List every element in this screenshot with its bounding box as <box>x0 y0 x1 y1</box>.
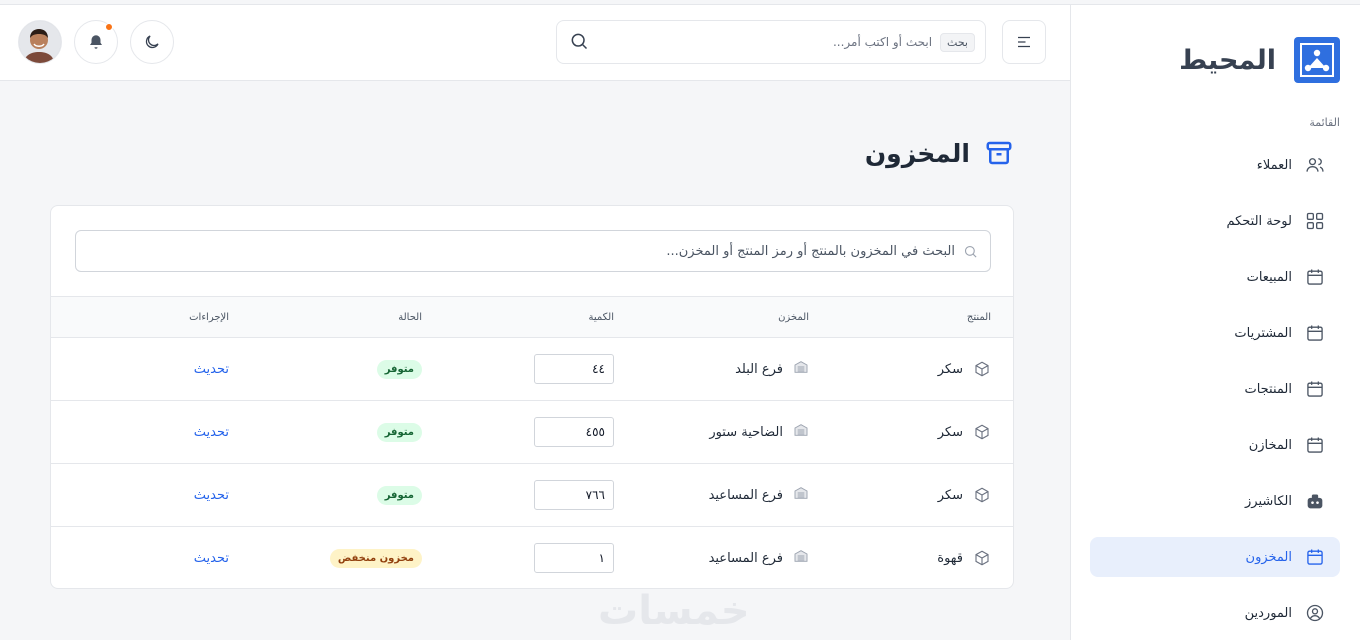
avatar[interactable] <box>18 20 62 64</box>
status-badge: متوفر <box>376 422 422 442</box>
store-name: الضاحية ستور <box>709 424 783 440</box>
product-name: سكر <box>937 424 963 440</box>
inventory-search-placeholder: البحث في المخزون بالمنتج أو رمز المنتج أ… <box>666 243 955 259</box>
inventory-search-input[interactable]: البحث في المخزون بالمنتج أو رمز المنتج أ… <box>75 230 991 272</box>
sidebar-item-dashboard[interactable]: لوحة التحكم <box>1090 201 1340 241</box>
warehouse-icon <box>793 485 809 505</box>
theme-toggle-button[interactable] <box>130 20 174 64</box>
search-icon <box>964 245 977 258</box>
sidebar-item-purchases[interactable]: المشتريات <box>1090 313 1340 353</box>
sidebar-item-inventory[interactable]: المخزون <box>1090 537 1340 577</box>
menu-icon <box>1018 36 1030 48</box>
bell-icon <box>90 35 102 49</box>
update-link[interactable]: تحديث <box>194 425 229 440</box>
notification-dot <box>105 23 113 31</box>
page-title: المخزون <box>865 138 1014 168</box>
calendar-icon <box>1304 546 1326 568</box>
watermark: خمسات <box>598 588 750 634</box>
brand-logo-glyph <box>1300 43 1334 77</box>
users-icon <box>1304 154 1326 176</box>
box-icon <box>975 361 989 377</box>
menu-caption: القائمة <box>1309 116 1340 129</box>
table-row: سكر فرع البلد متوفر تحديث <box>51 338 1013 401</box>
brand-name: المحيط <box>1179 44 1276 76</box>
quantity-input[interactable] <box>534 354 614 384</box>
calendar-icon <box>1304 322 1326 344</box>
calendar-icon <box>1304 378 1326 400</box>
store-name: فرع المساعيد <box>708 550 783 566</box>
box-icon <box>975 550 989 566</box>
sidebar-nav: العملاء لوحة التحكم المبيعات المشتريات ا… <box>1090 145 1340 640</box>
notifications-button[interactable] <box>74 20 118 64</box>
sidebar: المحيط القائمة العملاء لوحة التحكم المبي… <box>1070 4 1360 640</box>
box-icon <box>975 487 989 503</box>
sidebar-item-label: المنتجات <box>1244 381 1292 397</box>
product-name: سكر <box>937 487 963 503</box>
sidebar-item-label: الكاشيرز <box>1245 493 1292 509</box>
menu-toggle-button[interactable] <box>1002 20 1046 64</box>
table-row: سكر الضاحية ستور متوفر تحديث <box>51 401 1013 464</box>
moon-icon <box>145 35 159 49</box>
sidebar-item-cashiers[interactable]: الكاشيرز <box>1090 481 1340 521</box>
brand[interactable]: المحيط <box>1179 37 1340 83</box>
sidebar-item-products[interactable]: المنتجات <box>1090 369 1340 409</box>
global-search-input[interactable]: ابحث أو اكتب أمر... <box>597 35 932 49</box>
sidebar-item-suppliers[interactable]: الموردين <box>1090 593 1340 633</box>
inventory-table: المنتج المخزن الكمية الحالة الإجراءات سك… <box>51 296 1013 589</box>
box-icon <box>975 424 989 440</box>
search-shortcut-badge: بحث <box>940 32 975 52</box>
sidebar-item-label: الموردين <box>1244 605 1292 621</box>
user-circle-icon <box>1304 602 1326 624</box>
warehouse-icon <box>793 359 809 379</box>
global-search[interactable]: بحث ابحث أو اكتب أمر... <box>556 20 986 64</box>
sidebar-item-label: لوحة التحكم <box>1226 213 1292 229</box>
calendar-icon <box>1304 434 1326 456</box>
calendar-icon <box>1304 266 1326 288</box>
sidebar-item-customers[interactable]: العملاء <box>1090 145 1340 185</box>
update-link[interactable]: تحديث <box>194 551 229 566</box>
warehouse-icon <box>793 548 809 568</box>
grid-icon <box>1304 210 1326 232</box>
column-header-actions: الإجراءات <box>189 311 229 323</box>
sidebar-item-stores[interactable]: المخازن <box>1090 425 1340 465</box>
warehouse-icon <box>793 422 809 442</box>
sidebar-item-label: المبيعات <box>1246 269 1292 285</box>
brand-logo-icon <box>1294 37 1340 83</box>
column-header-status[interactable]: الحالة <box>245 297 438 338</box>
page-title-text: المخزون <box>864 138 970 168</box>
quantity-input[interactable] <box>534 480 614 510</box>
avatar-image <box>19 21 61 63</box>
product-name: قهوة <box>937 550 963 566</box>
sidebar-item-label: العملاء <box>1256 157 1292 173</box>
archive-icon <box>986 141 1012 165</box>
table-header-row: المنتج المخزن الكمية الحالة الإجراءات <box>51 296 1013 338</box>
update-link[interactable]: تحديث <box>194 362 229 377</box>
status-badge: متوفر <box>376 485 422 505</box>
status-badge: متوفر <box>376 359 422 379</box>
update-link[interactable]: تحديث <box>194 488 229 503</box>
sidebar-item-label: المخزون <box>1245 549 1292 565</box>
status-badge: مخزون منخفض <box>329 548 422 568</box>
column-header-store[interactable]: المخزن <box>630 297 823 338</box>
sidebar-item-sales[interactable]: المبيعات <box>1090 257 1340 297</box>
sidebar-item-label: المخازن <box>1248 437 1292 453</box>
quantity-input[interactable] <box>534 417 614 447</box>
inventory-card: البحث في المخزون بالمنتج أو رمز المنتج أ… <box>50 205 1014 589</box>
table-row: سكر فرع المساعيد متوفر تحديث <box>51 464 1013 527</box>
topbar: بحث ابحث أو اكتب أمر... <box>0 4 1070 81</box>
store-name: فرع البلد <box>735 361 783 377</box>
column-header-product[interactable]: المنتج <box>823 297 1013 338</box>
product-name: سكر <box>937 361 963 377</box>
quantity-input[interactable] <box>534 543 614 573</box>
column-header-quantity[interactable]: الكمية <box>438 297 630 338</box>
sidebar-item-label: المشتريات <box>1234 325 1292 341</box>
table-row: قهوة فرع المساعيد مخزون منخفض تحديث <box>51 527 1013 589</box>
search-icon <box>567 31 589 53</box>
store-name: فرع المساعيد <box>708 487 783 503</box>
robot-icon <box>1304 490 1326 512</box>
